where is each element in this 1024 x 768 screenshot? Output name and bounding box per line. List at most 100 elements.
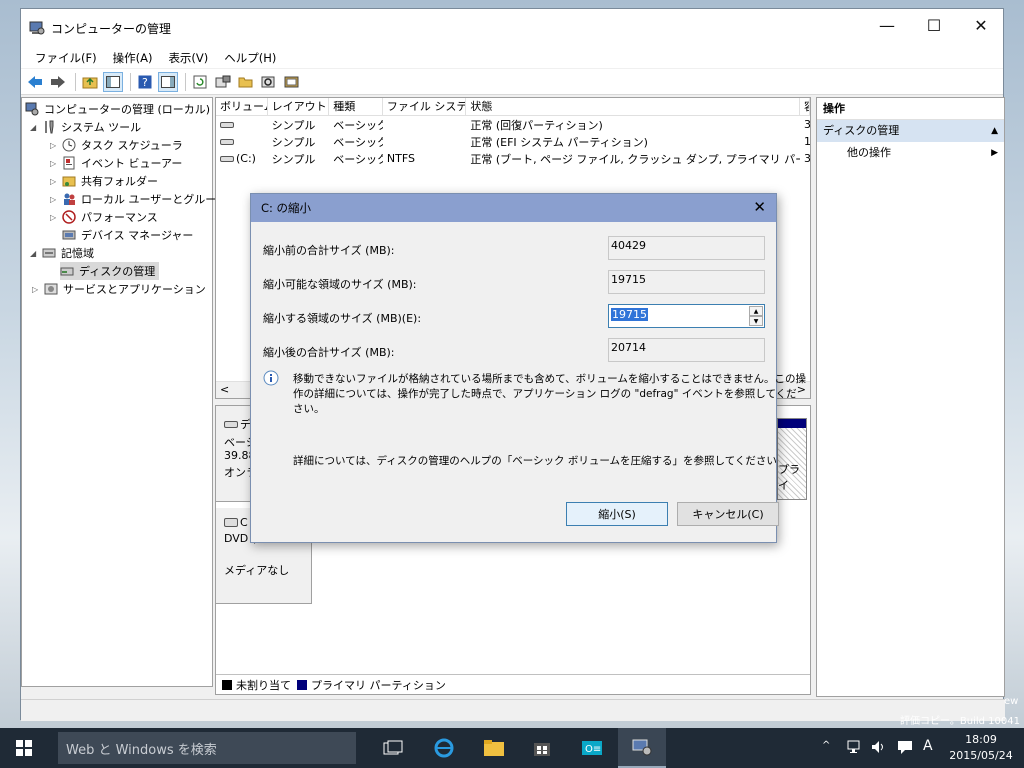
volume-icon[interactable] bbox=[870, 739, 888, 758]
column-capacity[interactable]: 容 bbox=[800, 98, 810, 115]
tree-node-device-manager[interactable]: デバイス マネージャー bbox=[62, 226, 193, 244]
available-space-label: 縮小可能な領域のサイズ (MB): bbox=[263, 278, 417, 291]
dialog-title: C: の縮小 bbox=[261, 201, 312, 215]
show-hide-tree-icon[interactable] bbox=[103, 71, 123, 92]
file-explorer-icon bbox=[484, 740, 504, 756]
help-icon[interactable]: ? bbox=[135, 72, 155, 92]
search-placeholder: Web と Windows を検索 bbox=[66, 742, 217, 758]
computer-management-icon bbox=[25, 102, 39, 116]
window-title: コンピューターの管理 bbox=[51, 21, 172, 36]
shrink-amount-spinner[interactable]: 19715 ▲ ▼ bbox=[608, 304, 765, 328]
menu-view[interactable]: 表示(V) bbox=[160, 50, 216, 66]
disk-management-icon bbox=[60, 264, 74, 278]
refresh-icon[interactable] bbox=[190, 72, 210, 92]
search-disk-icon[interactable] bbox=[259, 72, 279, 92]
tree-node-shared-folders[interactable]: ▷ 共有フォルダー bbox=[50, 172, 158, 190]
tree-node-storage[interactable]: ◢ 記憶域 bbox=[30, 244, 94, 262]
legend-swatch-primary bbox=[297, 679, 307, 690]
menu-help[interactable]: ヘルプ(H) bbox=[216, 50, 284, 66]
toolbar-separator bbox=[130, 72, 131, 91]
scroll-left-arrow-icon[interactable]: < bbox=[220, 383, 229, 396]
tree-node-performance[interactable]: ▷ パフォーマンス bbox=[50, 208, 158, 226]
disk-properties-icon[interactable] bbox=[282, 72, 302, 92]
show-hidden-icons-icon[interactable]: ^ bbox=[822, 740, 830, 751]
column-filesystem[interactable]: ファイル システム bbox=[383, 98, 467, 115]
tree-node-task-scheduler[interactable]: ▷ タスク スケジューラ bbox=[50, 136, 183, 154]
collapse-arrow-icon[interactable]: ◢ bbox=[30, 249, 42, 258]
total-after-value: 20714 bbox=[608, 338, 765, 362]
taskbar-outlook[interactable]: O≡ bbox=[568, 728, 616, 768]
start-button[interactable] bbox=[0, 728, 48, 768]
title-bar[interactable]: コンピューターの管理 — ☐ ✕ bbox=[21, 9, 1003, 47]
column-volume[interactable]: ボリューム bbox=[216, 98, 268, 115]
expand-arrow-icon[interactable]: ▷ bbox=[50, 159, 62, 168]
close-button[interactable]: ✕ bbox=[958, 9, 1004, 41]
collapse-up-icon[interactable]: ▲ bbox=[991, 120, 998, 142]
dialog-title-bar[interactable]: C: の縮小 ✕ bbox=[251, 194, 776, 222]
actions-pane: 操作 ディスクの管理 ▲ 他の操作 ▶ bbox=[816, 97, 1005, 697]
expand-arrow-icon[interactable]: ▷ bbox=[50, 141, 62, 150]
submenu-arrow-icon: ▶ bbox=[991, 148, 998, 158]
store-icon bbox=[534, 743, 550, 756]
network-icon[interactable] bbox=[846, 739, 864, 758]
spinner-up-icon[interactable]: ▲ bbox=[749, 306, 763, 316]
action-center-icon[interactable] bbox=[896, 739, 914, 758]
volume-row[interactable]: シンプル ベーシック 正常 (回復パーティション) 3 bbox=[216, 116, 810, 133]
expand-arrow-icon[interactable]: ▷ bbox=[50, 177, 62, 186]
tree-node-event-viewer[interactable]: ▷ イベント ビューアー bbox=[50, 154, 182, 172]
column-type[interactable]: 種類 bbox=[329, 98, 383, 115]
disk-legend: 未割り当て プライマリ パーティション bbox=[216, 674, 810, 694]
tree-node-services-apps[interactable]: ▷ サービスとアプリケーション bbox=[32, 280, 206, 298]
computer-management-icon bbox=[29, 20, 45, 36]
tools-icon bbox=[42, 120, 56, 134]
back-arrow-icon[interactable] bbox=[25, 72, 45, 92]
shrink-amount-label: 縮小する領域のサイズ (MB)(E): bbox=[263, 312, 422, 325]
open-folder-icon[interactable] bbox=[236, 72, 256, 92]
properties-icon[interactable] bbox=[213, 72, 233, 92]
cancel-button[interactable]: キャンセル(C) bbox=[677, 502, 779, 526]
dialog-close-icon[interactable]: ✕ bbox=[753, 198, 766, 216]
column-layout[interactable]: レイアウト bbox=[268, 98, 330, 115]
minimize-button[interactable]: — bbox=[864, 9, 910, 41]
tree-node-system-tools[interactable]: ◢ システム ツール bbox=[30, 118, 141, 136]
menu-bar: ファイル(F) 操作(A) 表示(V) ヘルプ(H) bbox=[21, 47, 1003, 69]
task-view-button[interactable] bbox=[370, 728, 418, 768]
taskbar-computer-management[interactable] bbox=[618, 728, 666, 768]
toolbar-separator bbox=[75, 72, 76, 91]
up-folder-icon[interactable] bbox=[80, 72, 100, 92]
device-manager-icon bbox=[62, 228, 76, 242]
volume-row[interactable]: (C:) シンプル ベーシック NTFS 正常 (ブート, ページ ファイル, … bbox=[216, 150, 810, 167]
shrink-amount-input[interactable]: 19715 bbox=[611, 308, 648, 321]
taskbar-explorer[interactable] bbox=[470, 728, 518, 768]
info-message: 移動できないファイルが格納されている場所までも含めて、ボリュームを縮小することは… bbox=[293, 373, 807, 415]
menu-file[interactable]: ファイル(F) bbox=[27, 50, 105, 66]
drive-icon bbox=[220, 121, 234, 128]
storage-icon bbox=[42, 246, 56, 260]
tree-node-root[interactable]: コンピューターの管理 (ローカル) bbox=[25, 100, 210, 118]
clock[interactable]: 18:09 2015/05/24 bbox=[945, 732, 1017, 764]
expand-arrow-icon[interactable]: ▷ bbox=[32, 285, 44, 294]
ime-indicator[interactable]: A bbox=[923, 738, 933, 754]
shrink-button[interactable]: 縮小(S) bbox=[566, 502, 668, 526]
menu-action[interactable]: 操作(A) bbox=[105, 50, 161, 66]
status-bar bbox=[21, 699, 1005, 721]
expand-arrow-icon[interactable]: ▷ bbox=[50, 213, 62, 222]
column-status[interactable]: 状態 bbox=[466, 98, 801, 115]
actions-section-disk-management[interactable]: ディスクの管理 ▲ bbox=[817, 120, 1004, 142]
partition-primary[interactable]: プライ bbox=[777, 418, 807, 500]
forward-arrow-icon[interactable] bbox=[48, 72, 68, 92]
performance-icon bbox=[62, 210, 76, 224]
volume-row[interactable]: シンプル ベーシック 正常 (EFI システム パーティション) 1 bbox=[216, 133, 810, 150]
show-hide-action-pane-icon[interactable] bbox=[158, 71, 178, 92]
taskbar-ie[interactable] bbox=[420, 728, 468, 768]
taskbar-store[interactable] bbox=[518, 728, 566, 768]
tree-node-local-users[interactable]: ▷ ローカル ユーザーとグループ bbox=[50, 190, 227, 208]
collapse-arrow-icon[interactable]: ◢ bbox=[30, 123, 42, 132]
total-before-value: 40429 bbox=[608, 236, 765, 260]
maximize-button[interactable]: ☐ bbox=[911, 9, 957, 41]
tree-node-disk-management[interactable]: ディスクの管理 bbox=[60, 262, 160, 280]
expand-arrow-icon[interactable]: ▷ bbox=[50, 195, 62, 204]
actions-other-operations[interactable]: 他の操作 ▶ bbox=[817, 142, 1004, 164]
spinner-down-icon[interactable]: ▼ bbox=[749, 316, 763, 326]
search-box[interactable]: Web と Windows を検索 bbox=[58, 732, 356, 764]
